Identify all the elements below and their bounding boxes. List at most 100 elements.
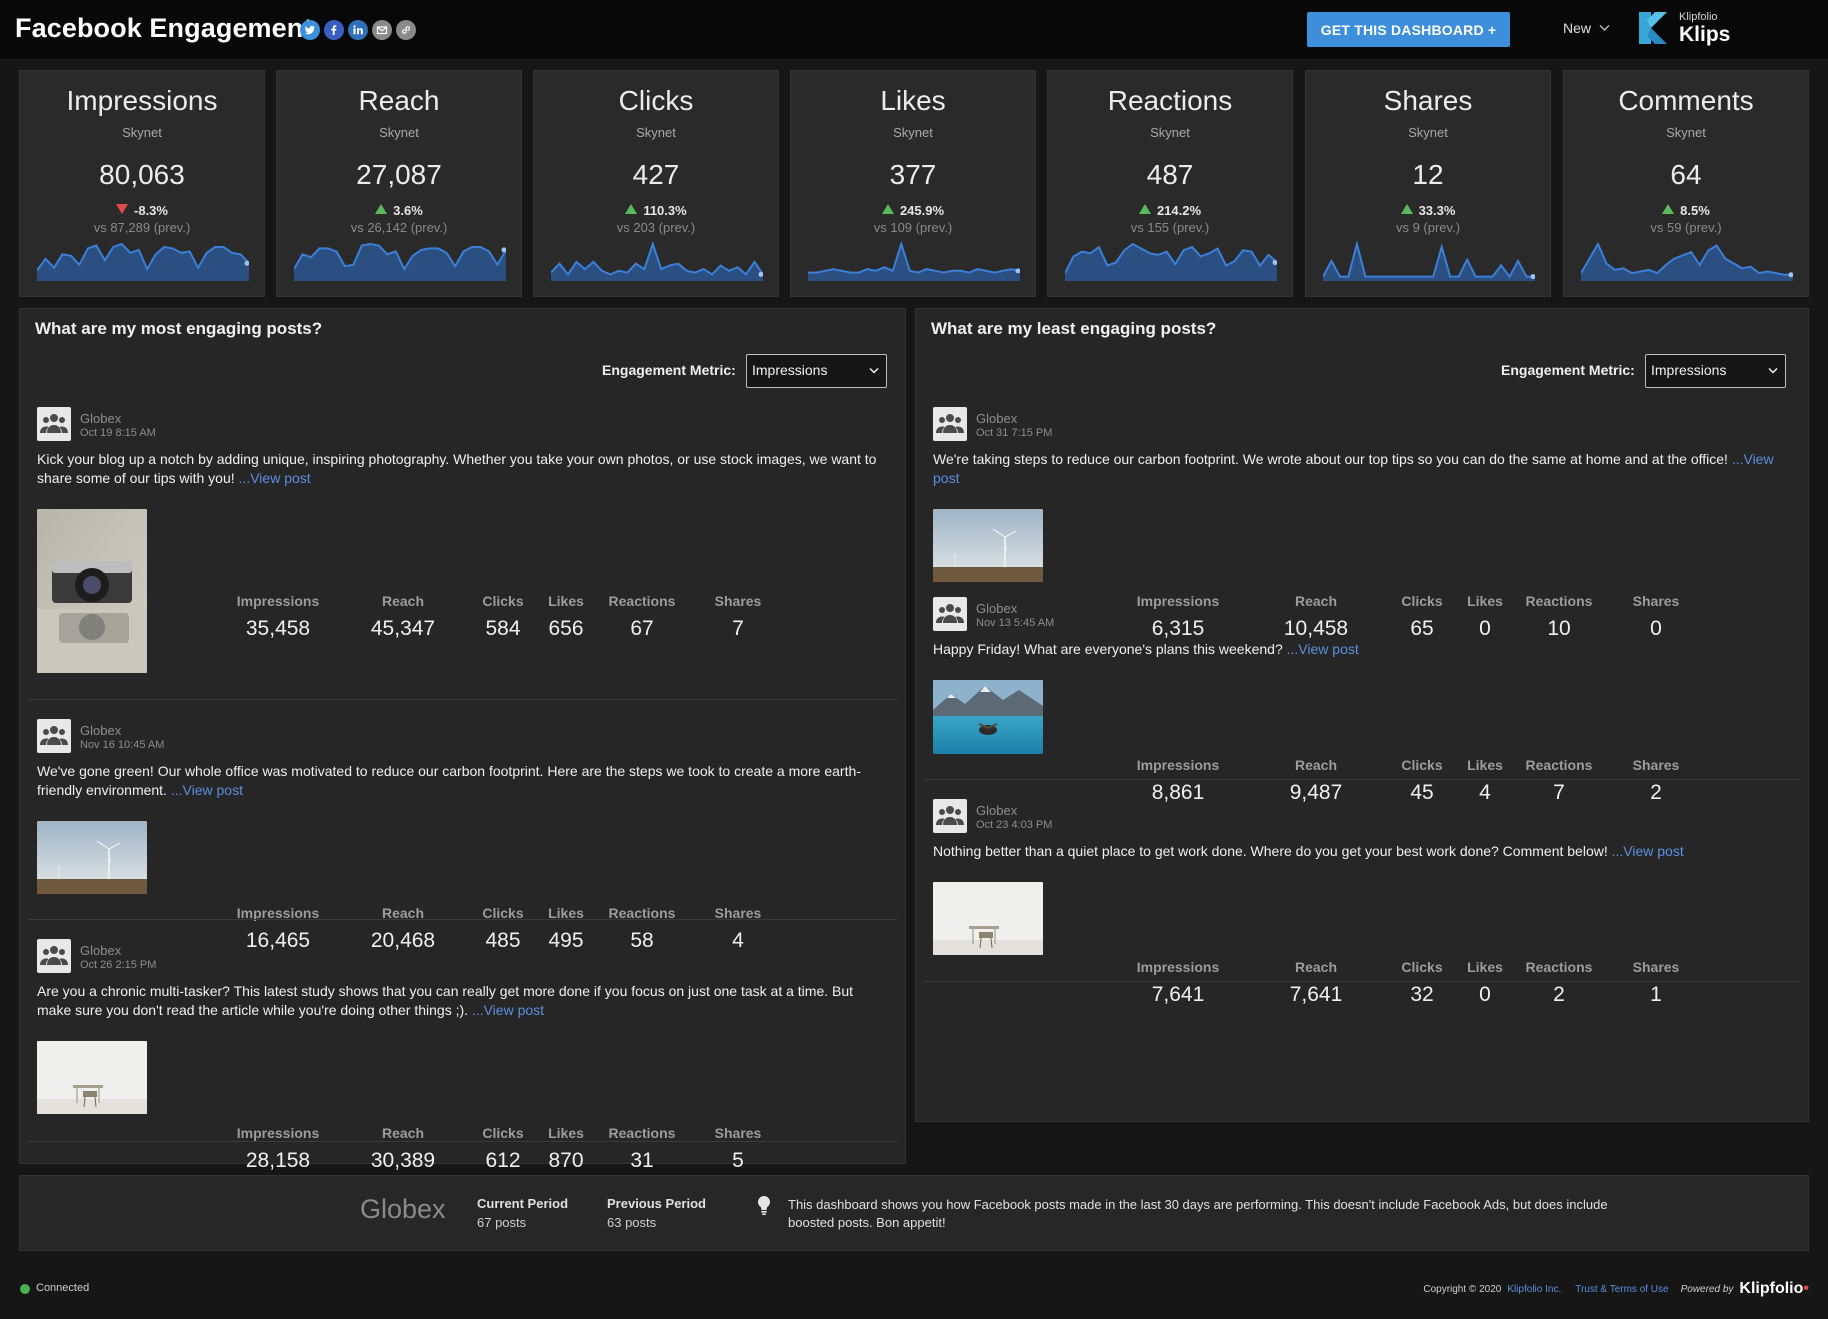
connection-status-dot (20, 1284, 30, 1294)
people-group-icon (40, 414, 68, 433)
kpi-change-text: 3.6% (393, 203, 423, 218)
globex-avatar (933, 407, 967, 441)
trend-triangle-icon (625, 204, 638, 214)
stat-label: Reach (1294, 757, 1338, 773)
stat-impressions: Impressions 7,641 (1118, 959, 1238, 1007)
trend-triangle-icon (1138, 204, 1151, 214)
post-body: We've gone green! Our whole office was m… (37, 763, 861, 798)
stat-label: Shares (714, 1125, 762, 1141)
kpi-source: Skynet (379, 125, 419, 140)
view-post-link[interactable]: ...View post (1612, 843, 1684, 859)
post-date: Oct 26 2:15 PM (80, 959, 157, 971)
post-item: Globex Nov 16 10:45 AM We've gone green!… (20, 709, 905, 952)
stat-impressions: Impressions 28,158 (218, 1125, 338, 1173)
copyright-bar: Copyright © 2020 Klipfolio Inc. Trust & … (1423, 1280, 1809, 1298)
klipfolio-brand[interactable]: Klipfolio Klips (1637, 10, 1730, 46)
previous-period-value: 63 posts (607, 1215, 657, 1230)
stat-shares: Shares 1 (1596, 959, 1716, 1007)
current-period-label: Current Period (477, 1196, 569, 1211)
email-icon[interactable] (372, 20, 392, 40)
post-image-camera[interactable] (37, 509, 147, 673)
kpi-previous: vs 203 (prev.) (616, 220, 696, 235)
people-group-icon (40, 946, 68, 965)
stat-shares: Shares 7 (678, 593, 798, 641)
stat-shares: Shares 5 (678, 1125, 798, 1173)
current-period-value: 67 posts (477, 1215, 527, 1230)
twitter-icon[interactable] (300, 20, 320, 40)
post-image-wind-turbine[interactable] (37, 821, 147, 894)
trend-triangle-icon (1662, 204, 1675, 214)
post-date: Oct 31 7:15 PM (976, 427, 1053, 439)
post-divider (924, 981, 1800, 982)
view-post-link[interactable]: ...View post (1287, 641, 1359, 657)
post-text: We've gone green! Our whole office was m… (37, 762, 887, 800)
get-this-dashboard-button[interactable]: GET THIS DASHBOARD + (1307, 12, 1510, 47)
kpi-source: Skynet (636, 125, 676, 140)
kpi-value: 80,063 (99, 159, 185, 190)
post-image-desk-chair[interactable] (37, 1041, 147, 1114)
linkedin-icon[interactable] (348, 20, 368, 40)
panel-title: What are my most engaging posts? (35, 319, 323, 338)
kpi-previous: vs 59 (prev.) (1650, 220, 1722, 235)
company-link[interactable]: Klipfolio Inc. (1507, 1284, 1561, 1295)
post-date: Oct 19 8:15 AM (80, 427, 156, 439)
terms-link[interactable]: Trust & Terms of Use (1575, 1284, 1668, 1295)
post-date: Nov 13 5:45 AM (976, 617, 1055, 629)
view-post-link[interactable]: ...View post (472, 1002, 544, 1018)
lightbulb-icon (758, 1196, 770, 1215)
globex-avatar (933, 799, 967, 833)
kpi-change: 33.3% (1306, 203, 1550, 218)
kpi-source: Skynet (1666, 125, 1706, 140)
kpi-card-impressions: Impressions Skynet 80,063 -8.3% vs 87,28… (19, 70, 265, 297)
kpi-title: Shares (1383, 85, 1473, 116)
post-image-wind-turbine[interactable] (933, 509, 1043, 582)
kpi-change: 3.6% (277, 203, 521, 218)
stat-value: 35,458 (245, 617, 311, 640)
kpi-change-text: 214.2% (1156, 203, 1202, 218)
engagement-metric-label: Engagement Metric: (1501, 362, 1635, 378)
people-group-icon (40, 726, 68, 745)
post-author: Globex (976, 411, 1018, 426)
stat-impressions: Impressions 35,458 (218, 593, 338, 641)
kpi-card-shares: Shares Skynet 12 33.3% vs 9 (prev.) (1305, 70, 1551, 297)
view-post-link[interactable]: ...View post (239, 470, 311, 486)
view-post-link[interactable]: ...View post (171, 782, 243, 798)
post-author: Globex (80, 943, 122, 958)
kpi-change-text: 33.3% (1418, 203, 1456, 218)
engagement-metric-select[interactable]: Impressions (1645, 354, 1786, 388)
stat-label: Impressions (1136, 757, 1220, 773)
post-image-mountain-lake[interactable] (933, 680, 1043, 754)
kpi-previous: vs 26,142 (prev.) (350, 220, 448, 235)
engagement-metric-label: Engagement Metric: (602, 362, 736, 378)
people-group-icon (936, 806, 964, 825)
kpi-previous: vs 155 (prev.) (1130, 220, 1210, 235)
previous-period-label: Previous Period (607, 1196, 706, 1211)
kpi-change: -8.3% (20, 203, 264, 218)
sparkline-area (1581, 244, 1793, 281)
post-item: Globex Oct 19 8:15 AM Kick your blog up … (20, 397, 905, 702)
kpi-sparkline (37, 242, 249, 281)
post-text: Happy Friday! What are everyone's plans … (933, 640, 1793, 659)
dashboard-note: This dashboard shows you how Facebook po… (788, 1197, 1608, 1230)
post-body: We're taking steps to reduce our carbon … (933, 451, 1728, 467)
kpi-value: 27,087 (356, 159, 442, 190)
stat-value: 28,158 (245, 1149, 311, 1172)
new-menu[interactable]: New (1563, 20, 1610, 36)
kpi-value: 64 (1670, 159, 1702, 190)
trend-triangle-icon (375, 204, 388, 214)
engagement-metric-select[interactable]: Impressions (746, 354, 887, 388)
post-author: Globex (80, 723, 122, 738)
globex-avatar (37, 407, 71, 441)
kpi-sparkline (294, 242, 506, 281)
kpi-card-clicks: Clicks Skynet 427 110.3% vs 203 (prev.) (533, 70, 779, 297)
kpi-change: 214.2% (1048, 203, 1292, 218)
link-icon[interactable] (396, 20, 416, 40)
stat-value: 1 (1650, 983, 1662, 1006)
post-image-desk-chair[interactable] (933, 882, 1043, 955)
least-engaging-panel: What are my least engaging posts? Engage… (915, 308, 1809, 1122)
people-group-icon (936, 604, 964, 623)
facebook-icon[interactable] (324, 20, 344, 40)
globex-avatar (37, 939, 71, 973)
kpi-source: Skynet (893, 125, 933, 140)
klipfolio-logo[interactable]: Klipfolio• (1739, 1280, 1809, 1298)
